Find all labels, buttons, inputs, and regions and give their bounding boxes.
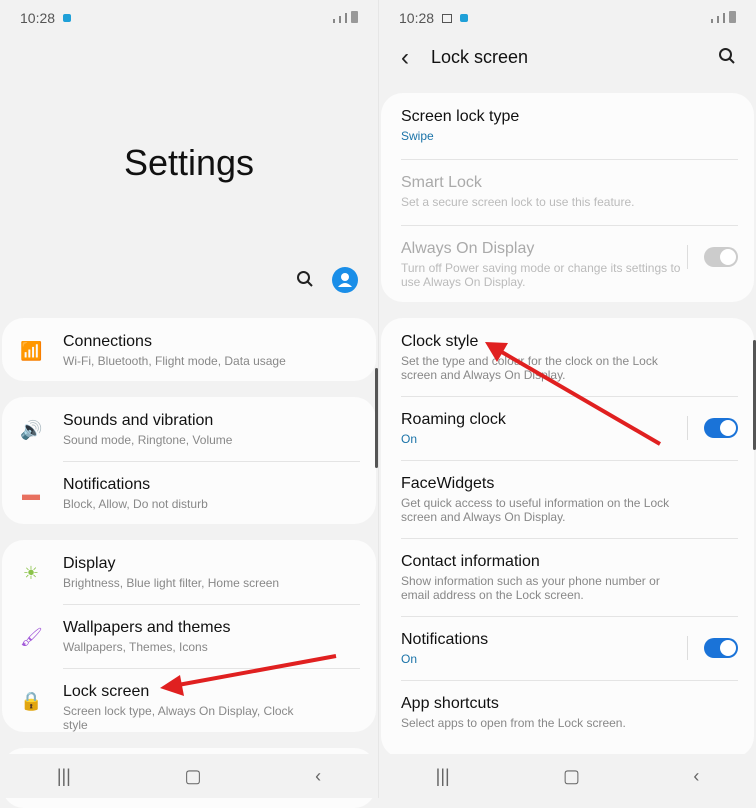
arrow-to-lock-screen <box>177 654 337 687</box>
arrow-to-clock-style <box>498 349 662 446</box>
arrowhead <box>160 675 184 696</box>
annotation-arrows <box>160 342 662 696</box>
